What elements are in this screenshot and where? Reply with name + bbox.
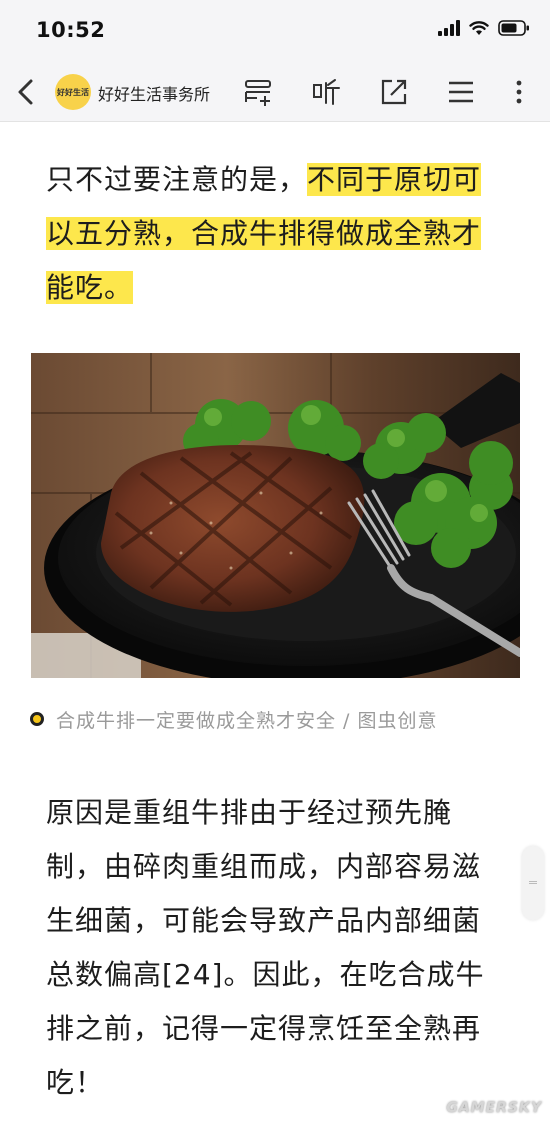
highlighted-text: 能吃。 xyxy=(46,271,134,304)
status-bar: 10:52 xyxy=(0,0,550,62)
highlighted-text: 以五分熟，合成牛排得做成全熟才 xyxy=(46,217,482,250)
status-time: 10:52 xyxy=(36,18,106,42)
logo-text: 好好生活 xyxy=(57,87,89,97)
article-paragraph-1: 只不过要注意的是，不同于原切可 以五分熟，合成牛排得做成全熟才 能吃。 xyxy=(46,153,516,315)
account-name[interactable]: 好好生活事务所 xyxy=(98,81,210,105)
share-icon[interactable] xyxy=(378,76,410,108)
back-arrow-icon[interactable] xyxy=(12,76,40,108)
status-icons xyxy=(438,20,530,36)
steak-photo xyxy=(31,353,520,678)
article-paragraph-2: 原因是重组牛排由于经过预先腌 制，由碎肉重组而成，内部容易滋 生细菌，可能会导致… xyxy=(46,786,516,1110)
caption-bullet-icon xyxy=(30,712,44,726)
grip-icon xyxy=(529,881,537,884)
more-icon[interactable] xyxy=(503,76,535,108)
account-logo[interactable]: 好好生活 xyxy=(55,74,91,110)
paragraph-line: 生细菌，可能会导致产品内部细菌 xyxy=(46,904,482,937)
paragraph-text: 只不过要注意的是， xyxy=(46,163,308,196)
caption-text: 合成牛排一定要做成全熟才安全 / 图虫创意 xyxy=(56,709,438,732)
image-caption: 合成牛排一定要做成全熟才安全 / 图虫创意 xyxy=(30,704,437,734)
cellular-signal-icon xyxy=(438,20,460,36)
nav-bar: 好好生活 好好生活事务所 xyxy=(0,62,550,122)
watermark: GAMERSKY xyxy=(446,1100,542,1116)
paragraph-line: 制，由碎肉重组而成，内部容易滋 xyxy=(46,850,482,883)
float-window-icon[interactable] xyxy=(243,76,275,108)
scroll-handle[interactable] xyxy=(522,846,544,920)
wifi-icon xyxy=(469,21,489,35)
battery-icon xyxy=(498,20,529,36)
listen-icon[interactable] xyxy=(311,76,343,108)
paragraph-line: 排之前，记得一定得烹饪至全熟再 xyxy=(46,1012,482,1045)
paragraph-line: 原因是重组牛排由于经过预先腌 xyxy=(46,796,453,829)
paragraph-line: 总数偏高[24]。因此，在吃合成牛 xyxy=(46,958,485,991)
highlighted-text: 不同于原切可 xyxy=(307,163,482,196)
menu-icon[interactable] xyxy=(445,76,477,108)
